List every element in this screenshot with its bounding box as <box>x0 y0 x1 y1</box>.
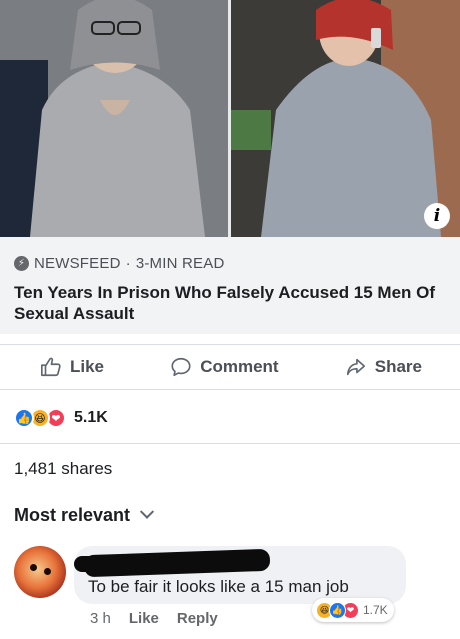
reaction-summary[interactable]: 👍 😆 ❤ 5.1K <box>14 404 108 432</box>
comment-button[interactable]: Comment <box>170 356 279 378</box>
share-icon <box>346 358 365 376</box>
info-icon[interactable]: i <box>424 203 450 229</box>
comment-like-button[interactable]: Like <box>129 610 159 627</box>
comment-time: 3 h <box>90 610 111 627</box>
read-time: 3-MIN READ <box>135 255 225 272</box>
share-label: Share <box>374 357 422 376</box>
comment-reaction-count: 1.7K <box>363 603 388 617</box>
post-photos[interactable]: i <box>0 0 460 237</box>
comment-icon <box>171 357 191 377</box>
like-reaction-icon: 👍 <box>329 601 346 619</box>
photo-right[interactable]: i <box>228 0 460 237</box>
comment-bubble[interactable]: To be fair it looks like a 15 man job <box>74 546 406 604</box>
avatar[interactable] <box>14 546 66 598</box>
like-label: Like <box>70 357 105 376</box>
article-headline[interactable]: Ten Years In Prison Who Falsely Accused … <box>14 282 446 324</box>
photo-right-image <box>231 0 460 237</box>
redacted-name <box>83 548 271 578</box>
source-row: ⚡ NEWSFEED · 3-MIN READ <box>14 255 446 272</box>
divider <box>0 443 460 444</box>
like-button[interactable]: Like <box>40 356 104 378</box>
avatar-eye <box>30 564 37 571</box>
sort-label: Most relevant <box>14 505 131 525</box>
source-label: NEWSFEED <box>34 255 121 272</box>
comment-reply-button[interactable]: Reply <box>177 610 218 627</box>
comment-label: Comment <box>200 357 279 376</box>
photo-left-image <box>0 0 228 237</box>
source-separator: · <box>125 255 131 272</box>
comment-reactions[interactable]: 😆 👍 ❤ 1.7K <box>312 598 394 622</box>
photo-left[interactable] <box>0 0 228 237</box>
comment-sort-dropdown[interactable]: Most relevant <box>14 504 155 526</box>
post-action-bar: Like Comment Share <box>0 344 460 390</box>
comment-text: To be fair it looks like a 15 man job <box>88 577 349 596</box>
share-button[interactable]: Share <box>345 356 422 378</box>
avatar-eye <box>44 568 51 575</box>
chevron-down-icon <box>139 504 155 519</box>
comment-meta: 3 h Like Reply <box>90 610 236 627</box>
like-reaction-icon: 👍 <box>14 408 34 428</box>
reaction-count: 5.1K <box>74 409 108 426</box>
lightning-icon: ⚡ <box>14 256 29 271</box>
thumbs-up-icon <box>41 357 61 377</box>
share-count[interactable]: 1,481 shares <box>14 459 112 479</box>
link-preview[interactable]: ⚡ NEWSFEED · 3-MIN READ Ten Years In Pri… <box>0 237 460 334</box>
